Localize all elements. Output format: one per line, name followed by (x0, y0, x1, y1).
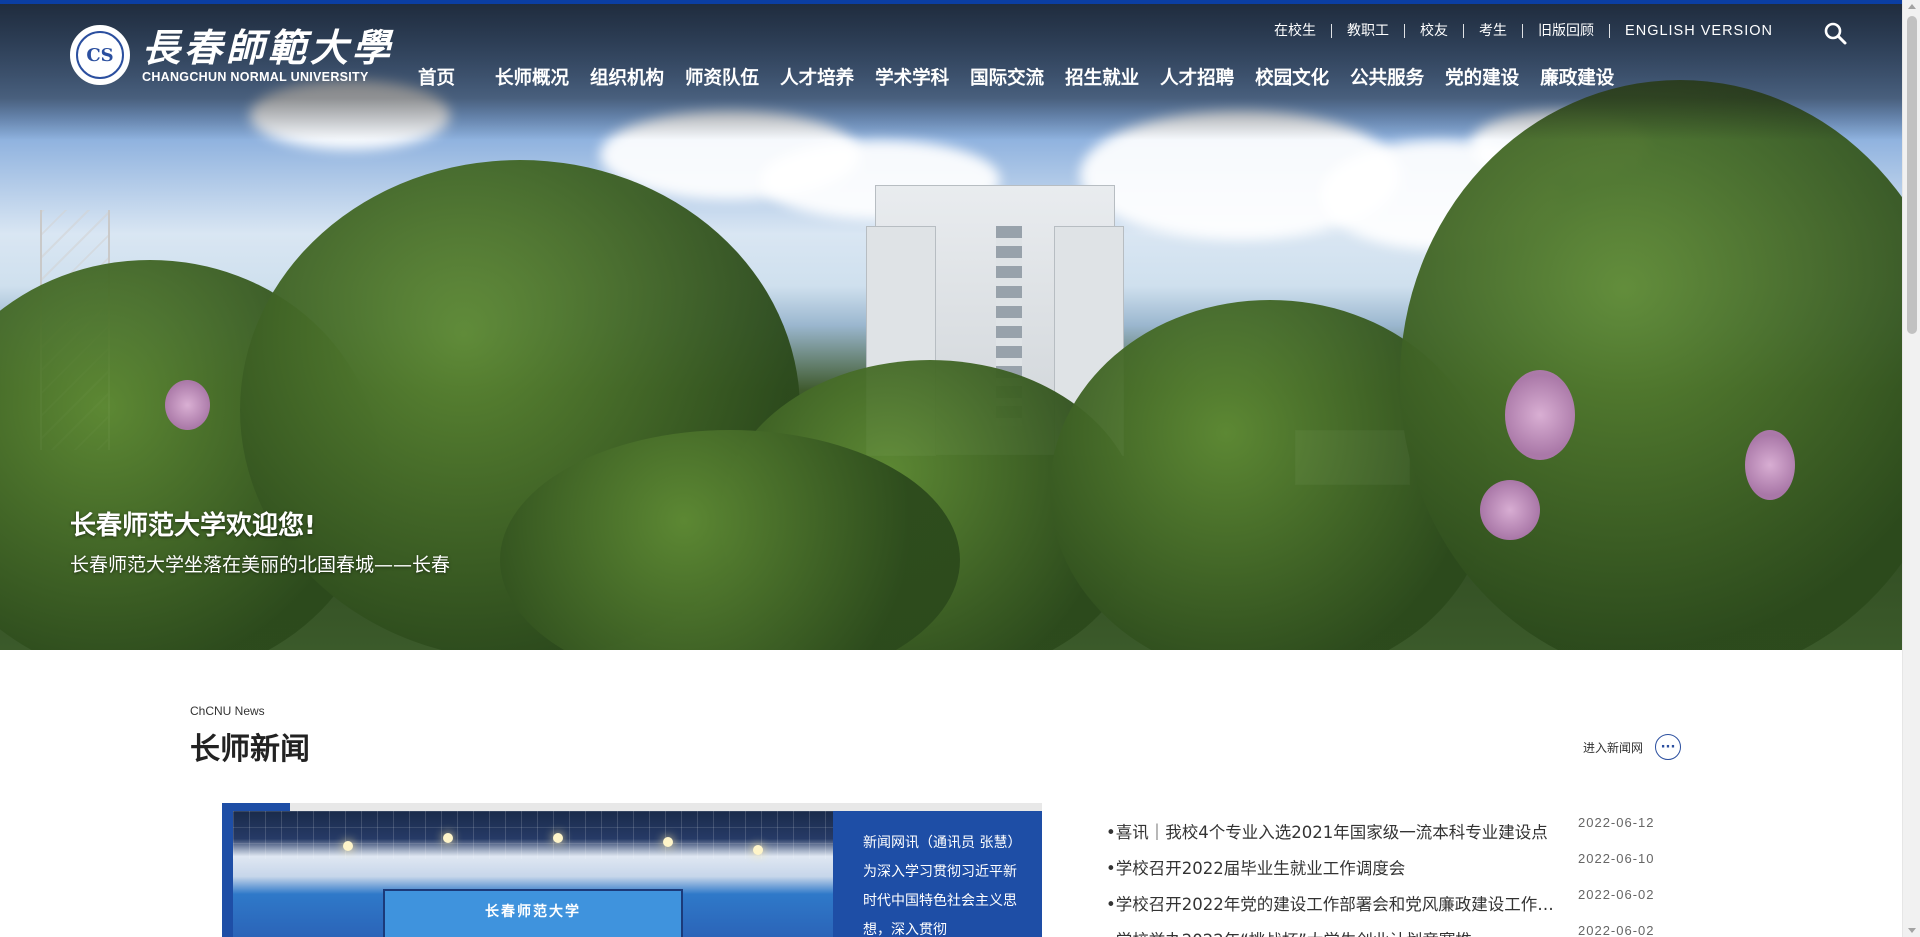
news-item-date: 2022-06-10 (1578, 851, 1655, 866)
page-scrollbar[interactable] (1902, 0, 1920, 937)
nav-item-organization[interactable]: 组织机构 (590, 64, 664, 90)
news-item-title[interactable]: •学校召开2022年党的建设工作部署会和党风廉政建设工作会议 (1106, 891, 1556, 915)
news-section-header: ChCNU News 长师新闻 (190, 704, 310, 768)
news-more-label: 进入新闻网 (1583, 740, 1644, 755)
ceiling-light-shape (443, 833, 453, 843)
main-navigation: 首页 长师概况 组织机构 师资队伍 人才培养 学术学科 国际交流 招生就业 人才… (418, 64, 1635, 90)
utility-link-students[interactable]: 在校生 (1259, 24, 1333, 38)
university-seal-icon: CS (70, 25, 130, 85)
ceiling-light-shape (553, 833, 563, 843)
nav-item-public-services[interactable]: 公共服务 (1350, 64, 1424, 90)
utility-link-applicants[interactable]: 考生 (1464, 24, 1524, 38)
hero-banner: 长春师范大学欢迎您! 长春师范大学坐落在美丽的北国春城——长春 (0, 0, 1902, 650)
english-version-link[interactable]: ENGLISH VERSION (1610, 24, 1788, 39)
ceiling-light-shape (343, 841, 353, 851)
news-label-cn: 长师新闻 (190, 732, 310, 767)
scrollbar-thumb[interactable] (1907, 16, 1917, 334)
news-more-link[interactable]: 进入新闻网 ··· (1583, 734, 1682, 760)
ceiling-light-shape (663, 837, 673, 847)
featured-news[interactable]: 长春师范大学 新闻网讯（通讯员 张慧）为深入学习贯彻习近平新时代中国特色社会主义… (222, 803, 1042, 937)
seal-inner-icon: CS (76, 31, 124, 79)
utility-link-alumni[interactable]: 校友 (1405, 24, 1465, 38)
scroll-down-icon[interactable] (1908, 928, 1916, 933)
news-item-date: 2022-06-02 (1578, 887, 1655, 902)
utility-link-staff[interactable]: 教职工 (1332, 24, 1406, 38)
ceiling-grid-shape (233, 811, 833, 859)
nav-item-recruitment[interactable]: 人才招聘 (1160, 64, 1234, 90)
nav-item-faculty[interactable]: 师资队伍 (685, 64, 759, 90)
nav-item-academics[interactable]: 学术学科 (875, 64, 949, 90)
news-item-title[interactable]: •喜讯｜我校4个专业入选2021年国家级一流本科专业建设点 (1106, 819, 1556, 843)
hero-subtitle: 长春师范大学坐落在美丽的北国春城——长春 (70, 554, 451, 576)
nav-item-international[interactable]: 国际交流 (970, 64, 1044, 90)
search-icon[interactable] (1822, 20, 1850, 48)
hero-title: 长春师范大学欢迎您! (70, 511, 316, 541)
news-list-item[interactable]: •学校召开2022年党的建设工作部署会和党风廉政建设工作会议 2022-06-0… (1106, 887, 1686, 923)
featured-news-summary[interactable]: 新闻网讯（通讯员 张慧）为深入学习贯彻习近平新时代中国特色社会主义思想，深入贯彻 (833, 811, 1042, 937)
nav-item-home[interactable]: 首页 (418, 64, 455, 90)
news-list: •喜讯｜我校4个专业入选2021年国家级一流本科专业建设点 2022-06-12… (1106, 815, 1686, 937)
utility-links: 在校生 教职工 校友 考生 旧版回顾 ENGLISH VERSION (1259, 24, 1788, 39)
news-item-date: 2022-06-12 (1578, 815, 1655, 830)
utility-link-old-version[interactable]: 旧版回顾 (1523, 24, 1611, 38)
university-logo[interactable]: CS 長春師範大學 CHANGCHUN NORMAL UNIVERSITY (70, 25, 394, 85)
ceiling-light-shape (753, 845, 763, 855)
ellipsis-icon[interactable]: ··· (1655, 734, 1682, 760)
nav-item-admissions[interactable]: 招生就业 (1065, 64, 1139, 90)
news-list-item[interactable]: •学校举办2022年“挑战杯”大学生创业计划竞赛推 2022-06-02 (1106, 923, 1686, 937)
page: 长春师范大学欢迎您! 长春师范大学坐落在美丽的北国春城——长春 CS 長春師範大… (0, 0, 1920, 937)
news-item-title[interactable]: •学校召开2022届毕业生就业工作调度会 (1106, 855, 1556, 879)
nav-item-overview[interactable]: 长师概况 (495, 64, 569, 90)
news-list-item[interactable]: •喜讯｜我校4个专业入选2021年国家级一流本科专业建设点 2022-06-12 (1106, 815, 1686, 851)
nav-item-party-building[interactable]: 党的建设 (1445, 64, 1519, 90)
featured-news-photo[interactable]: 长春师范大学 (233, 811, 833, 937)
news-list-item[interactable]: •学校召开2022届毕业生就业工作调度会 2022-06-10 (1106, 851, 1686, 887)
lilac-bloom-shape (1480, 480, 1540, 540)
news-item-date: 2022-06-02 (1578, 923, 1655, 937)
news-item-title[interactable]: •学校举办2022年“挑战杯”大学生创业计划竞赛推 (1106, 927, 1556, 937)
screen-caption: 长春师范大学 (485, 904, 581, 920)
meeting-screen-shape: 长春师范大学 (383, 889, 683, 937)
logo-chinese-name: 長春師範大學 (142, 25, 395, 70)
top-accent-bar (0, 0, 1902, 4)
scroll-up-icon[interactable] (1908, 4, 1916, 9)
nav-item-integrity[interactable]: 廉政建设 (1540, 64, 1614, 90)
news-label-en: ChCNU News (190, 704, 265, 718)
logo-english-name: CHANGCHUN NORMAL UNIVERSITY (142, 70, 369, 84)
logo-text: 長春師範大學 CHANGCHUN NORMAL UNIVERSITY (142, 25, 395, 85)
nav-item-education[interactable]: 人才培养 (780, 64, 854, 90)
lilac-bloom-shape (1745, 430, 1795, 500)
lilac-bloom-shape (165, 380, 210, 430)
nav-item-campus-culture[interactable]: 校园文化 (1255, 64, 1329, 90)
lilac-bloom-shape (1505, 370, 1575, 460)
